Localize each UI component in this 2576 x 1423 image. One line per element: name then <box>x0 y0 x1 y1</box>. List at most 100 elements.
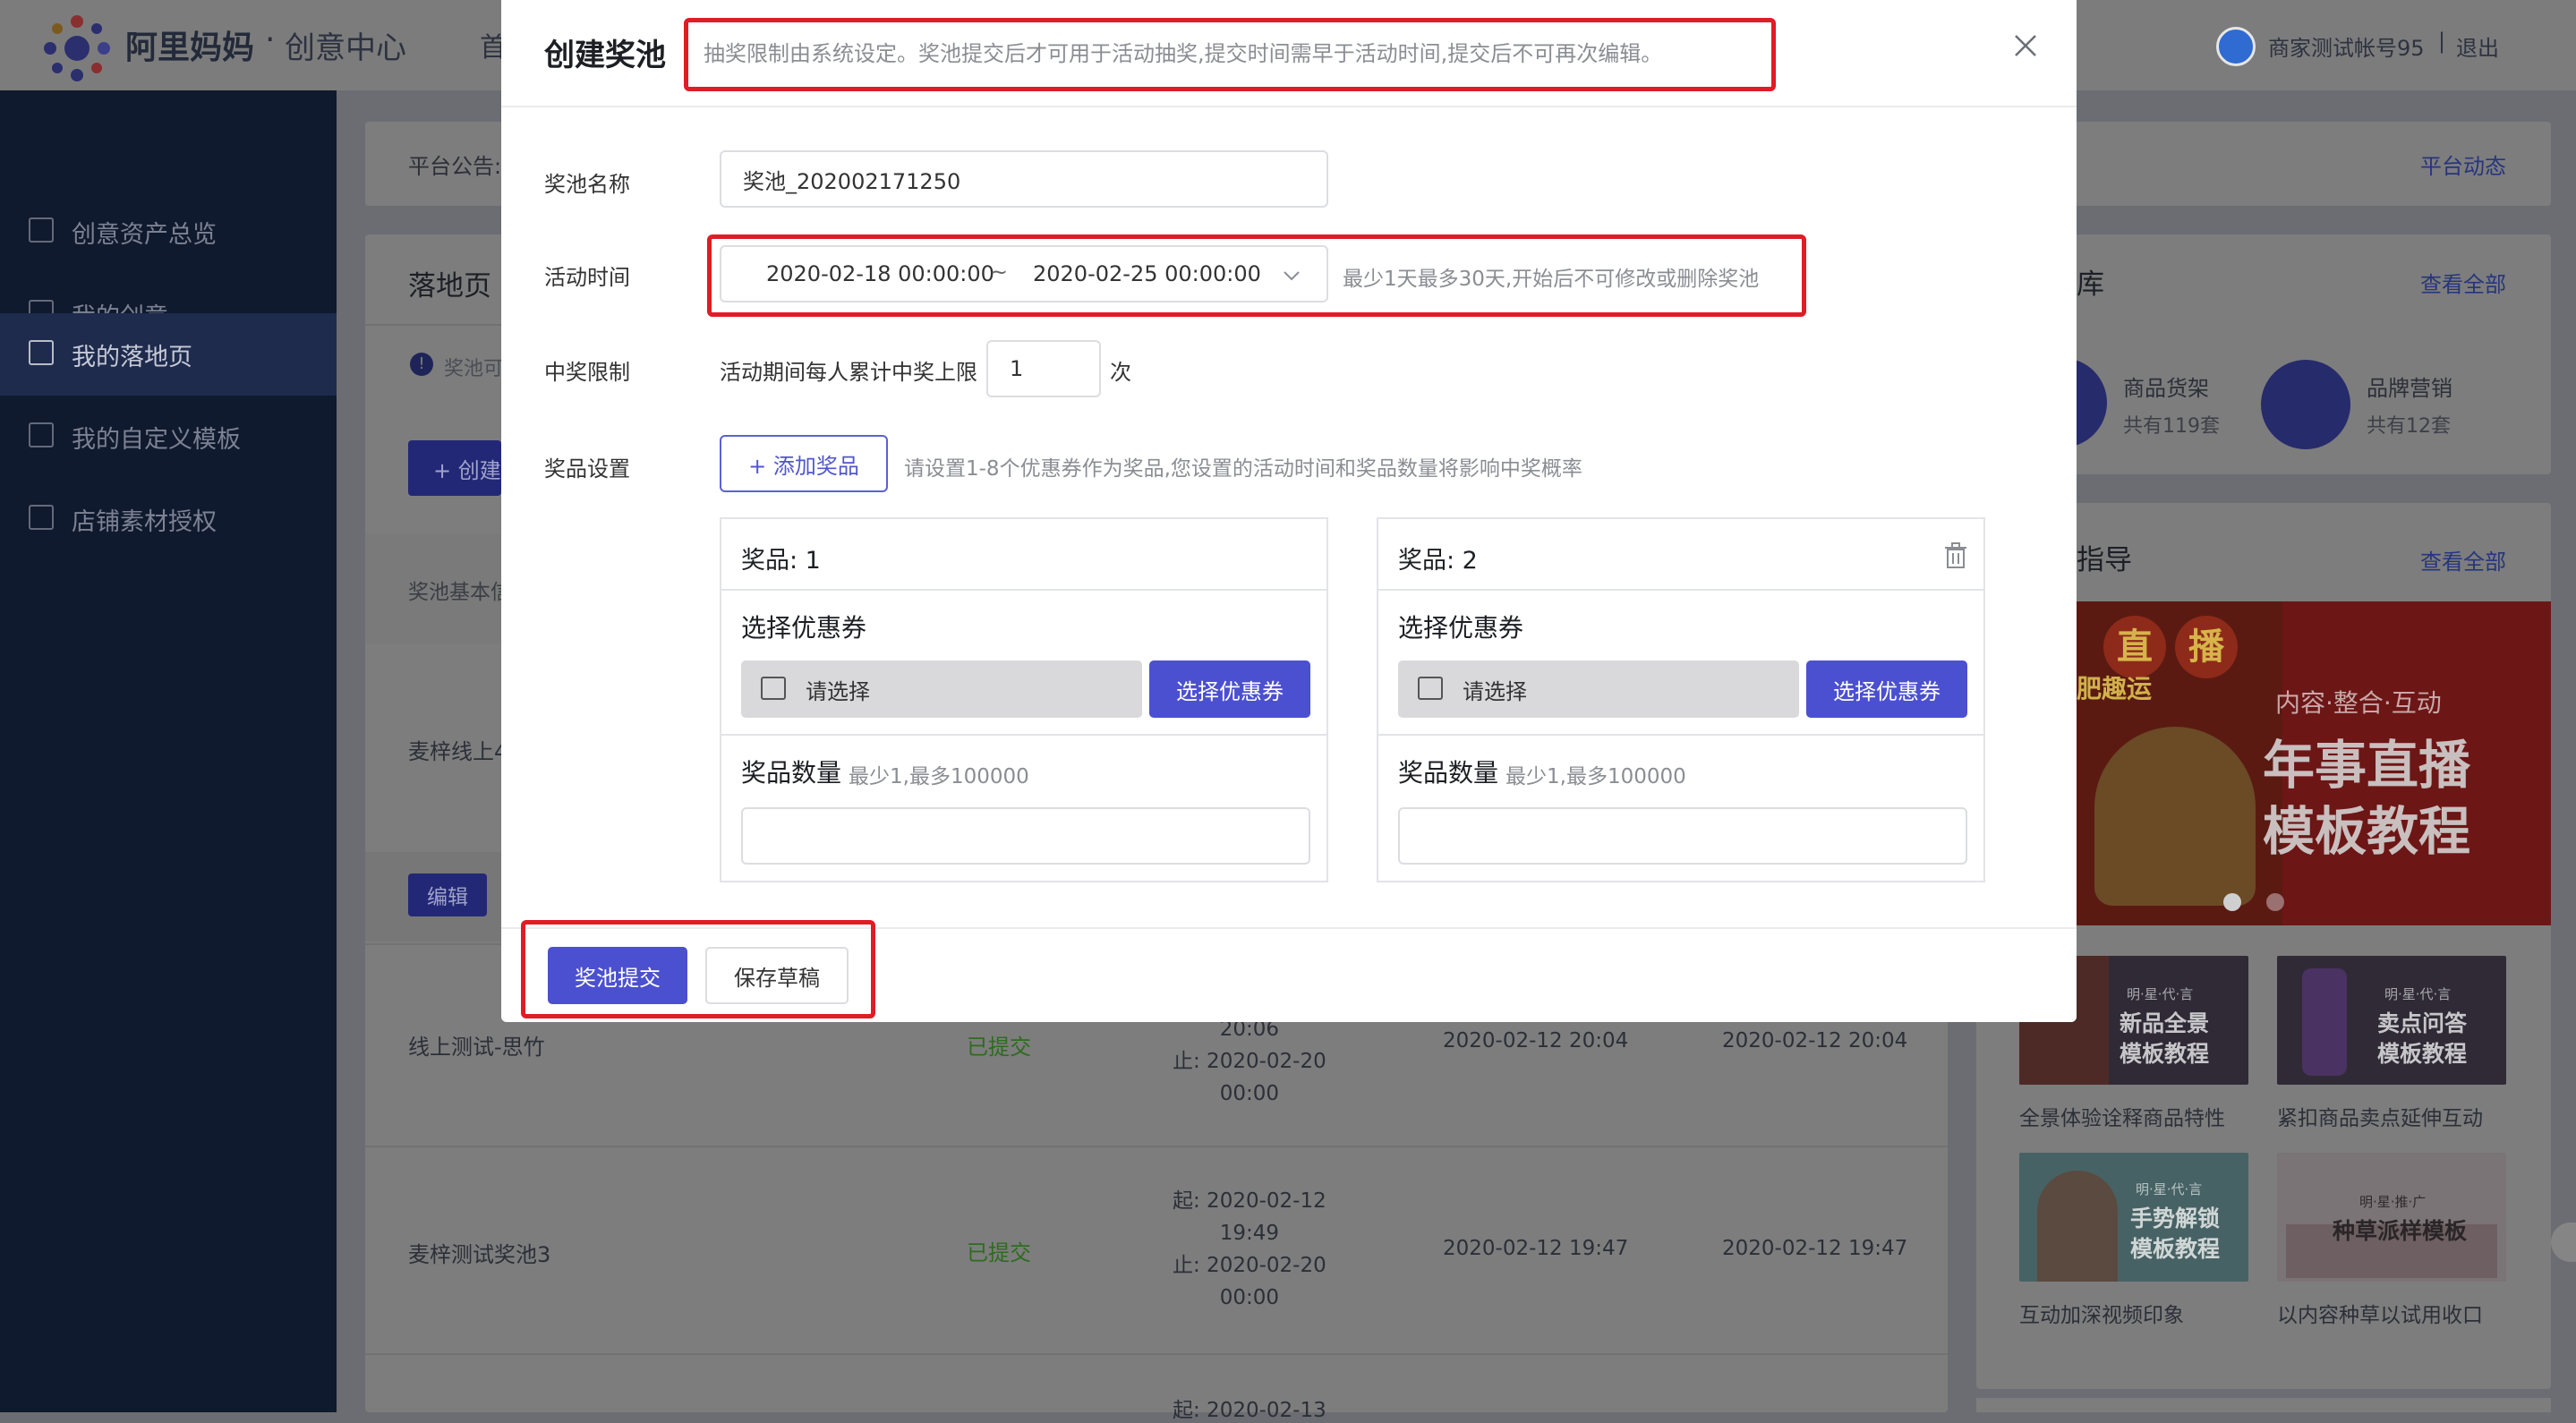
quantity-label: 奖品数量 <box>741 758 842 788</box>
sidebar-item-my-landing-pages[interactable]: 我的落地页 <box>0 313 337 396</box>
highlight-note-box <box>684 18 1776 91</box>
create-button[interactable]: + 创建 <box>408 440 501 496</box>
sidebar-item-overview[interactable]: 创意资产总览 <box>0 191 337 273</box>
quantity-input[interactable] <box>741 807 1310 865</box>
highlight-time-box <box>707 234 1806 317</box>
select-coupon-button[interactable]: 选择优惠券 <box>1806 660 1967 718</box>
guide-banner[interactable]: 直 播 肥趣运 内容·整合·互动 年事直播 模板教程 <box>2077 601 2551 925</box>
coupon-icon <box>761 677 786 700</box>
carousel-dot[interactable] <box>2266 893 2284 911</box>
prize-title: 奖品: 1 <box>741 547 821 575</box>
page-icon <box>29 340 54 365</box>
table-row-name: 线上测试-思竹 <box>408 1035 545 1060</box>
library-item-name[interactable]: 商品货架 <box>2123 371 2209 402</box>
guide-tile-caption: 紧扣商品卖点延伸互动 <box>2277 1107 2483 1130</box>
table-row-name: 麦梓测试奖池3 <box>408 1242 551 1267</box>
tile-title: 手势解锁 <box>2130 1206 2221 1231</box>
edit-button[interactable]: 编辑 <box>408 873 487 916</box>
divider <box>721 589 1326 591</box>
guide-view-all-link[interactable]: 查看全部 <box>2420 544 2506 575</box>
table-row-time: 20:06 止: 2020-02-20 00:00 <box>1173 1013 1326 1110</box>
divider <box>365 1146 1948 1147</box>
coupon-icon <box>1418 677 1443 700</box>
add-prize-button[interactable]: + 添加奖品 <box>720 435 888 492</box>
logout-link[interactable]: 退出 <box>2456 30 2499 62</box>
prize-card: 奖品: 1 选择优惠券 请选择 选择优惠券 奖品数量 最少1,最多100000 <box>720 517 1328 882</box>
win-limit-prefix: 活动期间每人累计中奖上限 <box>720 360 977 385</box>
alimama-logo-icon <box>44 15 110 81</box>
platform-news-link[interactable]: 平台动态 <box>2420 149 2506 180</box>
select-coupon-button[interactable]: 选择优惠券 <box>1149 660 1310 718</box>
tile-tag: 明·星·代·言 <box>2384 986 2452 1002</box>
table-row-created: 2020-02-12 20:04 <box>1443 1029 1629 1052</box>
modal-header-divider <box>501 106 2077 107</box>
document-icon <box>29 505 54 530</box>
coupon-label: 选择优惠券 <box>1398 613 1524 643</box>
pool-name-input[interactable]: 奖池_202002171250 <box>720 150 1328 208</box>
sidebar-item-label: 我的自定义模板 <box>72 425 241 454</box>
divider <box>721 734 1326 736</box>
coupon-select-placeholder: 请选择 <box>806 678 870 704</box>
table-row-name: 麦梓线上4 <box>408 739 508 764</box>
divider <box>1378 734 1983 736</box>
announcement-label: 平台公告: <box>408 154 502 179</box>
guide-tile-image[interactable]: 明·星·代·言 卖点问答 模板教程 <box>2277 956 2506 1085</box>
tile-tag: 明·星·代·言 <box>2127 986 2194 1002</box>
library-title: 库 <box>2077 268 2104 301</box>
coupon-select[interactable]: 请选择 <box>741 660 1142 718</box>
guide-title: 指导 <box>2077 544 2132 576</box>
user-name[interactable]: 商家测试帐号95 <box>2268 30 2425 62</box>
avatar[interactable] <box>2216 27 2256 66</box>
time-line: 止: 2020-02-20 <box>1173 1050 1326 1073</box>
time-line: 00:00 <box>1219 1082 1280 1105</box>
sidebar-item-label: 店铺素材授权 <box>72 507 217 536</box>
quantity-input[interactable] <box>1398 807 1967 865</box>
tile-title: 模板教程 <box>2130 1236 2221 1262</box>
quantity-label: 奖品数量 <box>1398 758 1499 788</box>
win-limit-unit: 次 <box>1110 360 1131 385</box>
close-icon[interactable] <box>2012 32 2039 59</box>
guide-tile-image[interactable]: 明·星·代·言 手势解锁 模板教程 <box>2019 1153 2248 1282</box>
prize-title: 奖品: 2 <box>1398 547 1478 575</box>
win-limit-input[interactable]: 1 <box>986 340 1101 397</box>
banner-title: 模板教程 <box>2263 801 2471 862</box>
divider <box>365 1353 1948 1355</box>
megaphone-icon <box>2261 360 2350 449</box>
pool-name-label: 奖池名称 <box>544 172 630 197</box>
banner-tag: 肥趣运 <box>2077 674 2153 703</box>
landing-page-title: 落地页 <box>408 270 491 302</box>
brand-name: 阿里妈妈 <box>125 30 255 66</box>
header-separator: | <box>2438 29 2446 54</box>
tile-tag: 明·星·推·广 <box>2359 1194 2427 1210</box>
library-view-all-link[interactable]: 查看全部 <box>2420 267 2506 298</box>
trash-icon[interactable] <box>1944 542 1967 569</box>
banner-subtitle: 内容·整合·互动 <box>2275 688 2442 718</box>
activity-time-label: 活动时间 <box>544 265 630 290</box>
status-badge: 已提交 <box>967 1035 1031 1060</box>
table-row-created: 2020-02-12 19:47 <box>1443 1237 1629 1260</box>
library-item-name[interactable]: 品牌营销 <box>2367 371 2452 402</box>
highlight-footer-box <box>521 920 875 1018</box>
quantity-hint: 最少1,最多100000 <box>849 765 1029 788</box>
carousel-dot[interactable] <box>2223 893 2241 911</box>
sidebar-item-label: 我的落地页 <box>72 343 192 371</box>
sidebar-item-store-assets[interactable]: 店铺素材授权 <box>0 478 337 560</box>
modal-title: 创建奖池 <box>544 38 666 73</box>
time-line: 19:49 <box>1219 1222 1280 1245</box>
guide-tile-image[interactable]: 明·星·推·广 种草派样模板 <box>2277 1153 2506 1282</box>
template-icon <box>29 422 54 447</box>
brand-separator: · <box>265 21 276 58</box>
time-line: 止: 2020-02-20 <box>1173 1254 1326 1277</box>
sidebar-item-custom-templates[interactable]: 我的自定义模板 <box>0 396 337 478</box>
library-item-count: 共有12套 <box>2367 415 2451 438</box>
coupon-select[interactable]: 请选择 <box>1398 660 1799 718</box>
quantity-hint: 最少1,最多100000 <box>1506 765 1686 788</box>
banner-title: 年事直播 <box>2263 735 2471 796</box>
prize-hint: 请设置1-8个优惠券作为奖品,您设置的活动时间和奖品数量将影响中奖概率 <box>904 457 1582 481</box>
time-line: 起: 2020-02-12 <box>1173 1189 1326 1213</box>
card-edge <box>1976 1398 2551 1412</box>
library-item-count: 共有119套 <box>2123 415 2220 438</box>
coupon-select-placeholder: 请选择 <box>1463 678 1527 704</box>
monitor-icon <box>29 217 54 243</box>
info-icon: ! <box>410 353 433 376</box>
